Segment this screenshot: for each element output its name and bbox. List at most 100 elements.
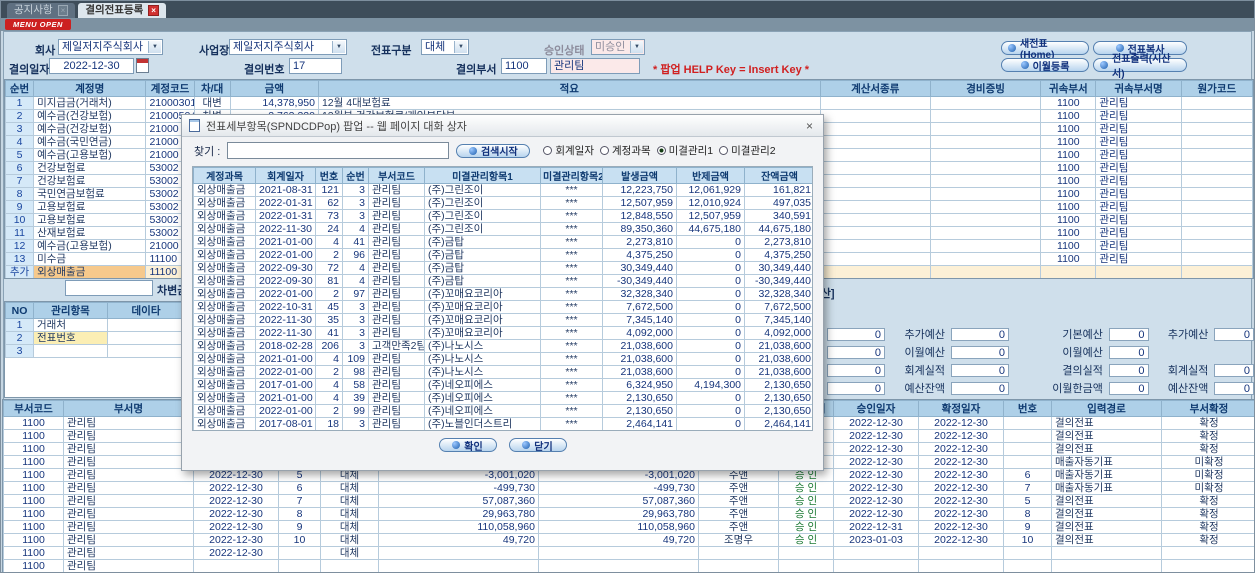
cell[interactable]: 72 [315,261,343,275]
cell[interactable]: 0 [676,274,745,288]
cell[interactable]: 외상매출금 [193,287,256,301]
cell[interactable]: 확정 [1161,442,1254,456]
cell[interactable]: (주)금탑 [424,235,541,249]
cell[interactable]: 2 [315,287,343,301]
search-start-button[interactable]: 검색시작 [456,143,531,158]
cell[interactable]: 2022-10-31 [255,300,316,314]
cell[interactable] [1180,109,1253,123]
cell[interactable]: 관리팀 [1095,200,1182,214]
cell[interactable]: 관리팀 [1095,135,1182,149]
cell[interactable]: 매출자동기표 [1051,468,1162,482]
table-row[interactable]: 외상매출금 2022-11-30 24 4 관리팀 (주)그린조이 *** 89,350,36… [193,222,812,236]
cell[interactable] [1003,546,1052,560]
cell[interactable] [819,174,931,188]
cell[interactable]: 11 [5,226,35,240]
cell[interactable]: 예수금(고용보험) [33,239,147,253]
cell[interactable]: 2022-12-30 [833,494,919,508]
cell[interactable]: 7,672,500 [744,300,812,314]
cell[interactable]: 4 [342,222,369,236]
cell[interactable] [278,546,321,560]
cell[interactable] [929,161,1042,175]
cell[interactable]: 관리팀 [368,300,425,314]
cell[interactable] [778,559,834,572]
cell[interactable]: 4 [315,391,343,405]
cell[interactable] [929,265,1042,278]
cell[interactable]: 81 [315,274,343,288]
table-row[interactable]: 외상매출금 2022-09-30 72 4 관리팀 (주)금탑 *** 30,349,440 0… [193,261,812,275]
cell[interactable]: 대체 [320,481,379,495]
cell[interactable]: 외상매출금 [193,209,256,223]
cell[interactable]: *** [540,183,603,197]
cell[interactable]: 관리팀 [368,313,425,327]
table-row[interactable]: 외상매출금 2021-01-00 4 41 관리팀 (주)금탑 *** 2,273,810 0 2… [193,235,812,249]
cell[interactable]: 4 [315,352,343,366]
cell[interactable]: 1100 [1040,161,1097,175]
cell[interactable]: 58 [342,378,369,392]
cell[interactable]: *** [540,300,603,314]
cell[interactable]: 관리팀 [368,248,425,262]
cell[interactable] [929,122,1042,136]
cell[interactable]: (주)나노시스 [424,352,541,366]
cell[interactable] [833,559,919,572]
cell[interactable]: (주)노블인더스트리 [424,417,541,430]
cell[interactable]: 4,092,000 [602,326,677,340]
tab-notice[interactable]: 공지사항 × [7,3,76,18]
cell[interactable] [918,546,1004,560]
close-icon[interactable]: × [803,120,816,132]
cell[interactable]: 2022-12-30 [918,533,1004,547]
cell[interactable]: 관리팀 [63,533,194,547]
cell[interactable]: 3 [342,209,369,223]
cell[interactable]: 10 [278,533,321,547]
cell[interactable]: 2,130,650 [744,378,812,392]
cell[interactable]: 1100 [3,546,64,560]
cell[interactable]: 예수금(건강보험) [33,109,147,123]
print-voucher-button[interactable]: 전표출력(시산서) [1093,54,1187,80]
cell[interactable]: *** [540,326,603,340]
cell[interactable]: 외상매출금 [193,313,256,327]
cell[interactable]: 확정 [1161,416,1254,430]
cell[interactable]: 관리팀 [63,468,194,482]
cell[interactable]: 1 [5,318,34,332]
cell[interactable]: 3 [5,344,34,358]
cell[interactable]: 12,223,750 [602,183,677,197]
cell[interactable]: 2022-12-30 [918,520,1004,534]
cell[interactable]: 7 [5,174,35,188]
cell[interactable]: 21,038,600 [602,339,677,353]
cell[interactable]: 1100 [3,494,64,508]
slip-type-select[interactable]: 대체 ▼ [421,39,469,55]
cell[interactable]: 2,273,810 [602,235,677,249]
cell[interactable]: 대체 [320,507,379,521]
cell[interactable] [1003,429,1052,443]
cell[interactable]: 4,375,250 [744,248,812,262]
cell[interactable]: 관리팀 [1095,148,1182,162]
cell[interactable]: 39 [342,391,369,405]
cell[interactable]: 21,038,600 [744,365,812,379]
cell[interactable]: 대체 [320,533,379,547]
cell[interactable]: 2022-12-30 [833,442,919,456]
cell[interactable]: 0 [676,365,745,379]
table-row[interactable]: 외상매출금 2022-01-00 2 96 관리팀 (주)금탑 *** 4,375,250 0 4… [193,248,812,262]
cell[interactable]: 2 [5,331,34,345]
cell[interactable]: 외상매출금 [193,196,256,210]
cell[interactable]: 결의전표 [1051,533,1162,547]
cell[interactable]: 주앤 [698,481,779,495]
cell[interactable]: 4 [342,274,369,288]
cell[interactable] [819,96,931,110]
cell[interactable]: 2022-12-30 [833,481,919,495]
cell[interactable] [1051,546,1162,560]
cell[interactable]: 관리팀 [63,507,194,521]
cell[interactable]: *** [540,248,603,262]
table-row[interactable]: 외상매출금 2017-08-01 18 3 관리팀 (주)노블인더스트리 *** 2,464,… [193,417,812,430]
cell[interactable] [929,96,1042,110]
cell[interactable]: 2 [315,404,343,418]
cell[interactable]: 1100 [3,507,64,521]
cell[interactable]: 1100 [3,455,64,469]
cell[interactable]: 외상매출금 [193,274,256,288]
cell[interactable]: 2022-12-30 [833,468,919,482]
cell[interactable]: 1100 [3,481,64,495]
cell[interactable]: 2022-12-30 [193,481,279,495]
cell[interactable]: 2,464,141 [744,417,812,430]
cell[interactable] [1180,161,1253,175]
cell[interactable]: *** [540,222,603,236]
cell[interactable]: 1100 [1040,226,1097,240]
